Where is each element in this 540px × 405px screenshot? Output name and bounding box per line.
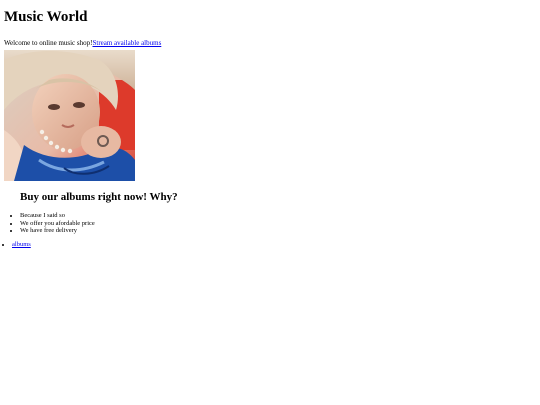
reasons-list: Because I said so We offer you afordable…	[4, 212, 536, 235]
reason-item: Because I said so	[20, 212, 536, 220]
welcome-text: Welcome to online music shop!	[4, 39, 93, 47]
album-cover-image	[4, 50, 135, 181]
nav-list: albums	[4, 241, 536, 249]
page-title: Music World	[4, 9, 88, 25]
page: Music World Welcome to online music shop…	[0, 9, 540, 249]
pitch-heading: Buy our albums right now! Why?	[20, 191, 178, 203]
albums-link[interactable]: albums	[12, 241, 31, 248]
reason-item: We have free delivery	[20, 227, 536, 235]
nav-item-albums: albums	[12, 241, 536, 249]
stream-albums-link[interactable]: Stream available albums	[92, 39, 161, 47]
reason-item: We offer you afordable price	[20, 220, 536, 228]
welcome-paragraph: Welcome to online music shop!Stream avai…	[4, 39, 536, 47]
